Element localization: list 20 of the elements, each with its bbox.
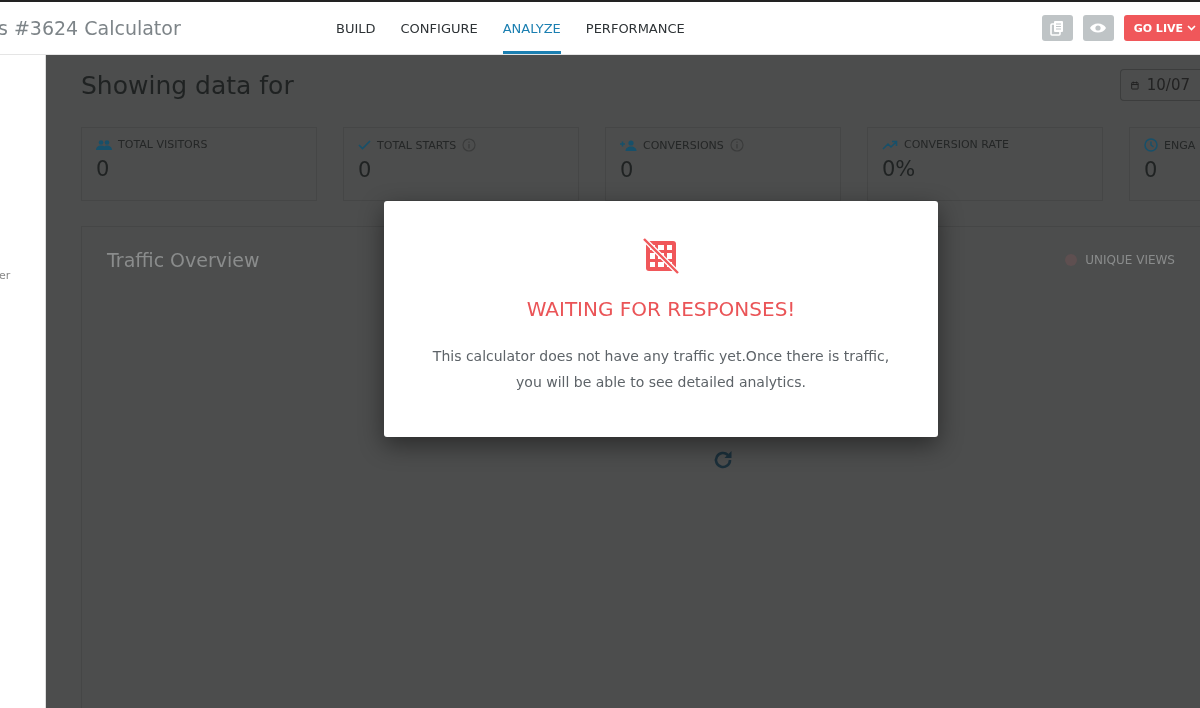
- copy-button[interactable]: [1041, 15, 1073, 41]
- documents-icon: [1049, 20, 1066, 36]
- check-icon: [358, 140, 371, 150]
- nav-tab[interactable]: BUILD: [336, 2, 376, 54]
- nav-tab[interactable]: PERFORMANCE: [585, 2, 685, 54]
- no-table-icon: [642, 237, 680, 275]
- people-icon: [96, 139, 112, 150]
- chart-title: Traffic Overview: [107, 249, 260, 271]
- preview-button[interactable]: [1082, 15, 1114, 41]
- refresh-icon[interactable]: [712, 449, 734, 471]
- trend-up-icon: [882, 139, 898, 150]
- add-person-icon: [620, 139, 637, 151]
- caret-icon: [1187, 25, 1196, 31]
- clock-icon: [1144, 138, 1158, 152]
- legend-label: UNIQUE VIEWS: [1085, 253, 1175, 267]
- modal-title: WAITING FOR RESPONSES!: [526, 297, 796, 321]
- nav-tab[interactable]: CONFIGURE: [400, 2, 478, 54]
- modal-message: This calculator does not have any traffic yet.Once there is traffic, you will be able to see detailed analytics.: [431, 347, 891, 392]
- sidebar-text: er: [0, 269, 11, 282]
- eye-icon: [1089, 22, 1108, 34]
